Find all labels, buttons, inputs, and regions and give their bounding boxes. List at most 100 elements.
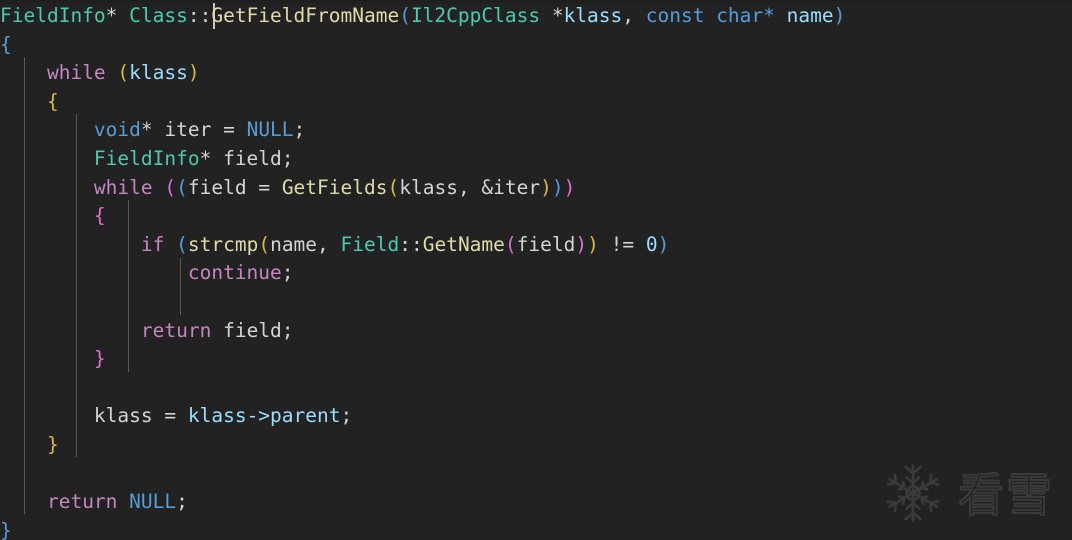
code-line[interactable]: { xyxy=(0,202,106,231)
code-line[interactable]: } xyxy=(0,431,59,460)
code-line[interactable]: } xyxy=(0,517,12,540)
token-operator: * xyxy=(140,118,165,142)
token-type: Class xyxy=(129,4,188,27)
token-keyword: NULL xyxy=(246,118,294,142)
token-variable: name xyxy=(270,232,318,256)
token-operator xyxy=(106,61,118,84)
token-operator: :: xyxy=(187,4,212,27)
token-bracket: { xyxy=(93,204,106,228)
token-function: GetFieldFromName xyxy=(211,4,400,27)
token-operator: ; xyxy=(281,261,294,285)
token-variable: klass xyxy=(93,404,153,428)
token-operator: != xyxy=(598,232,646,256)
code-area[interactable]: FieldInfo* Class::GetFieldFromName(Il2Cp… xyxy=(0,0,1072,540)
token-operator: , & xyxy=(457,175,494,199)
token-variable: field xyxy=(187,175,247,199)
token-operator: * xyxy=(199,147,224,170)
token-operator: = xyxy=(211,118,247,142)
token-bracket: ) xyxy=(833,4,846,27)
token-function: GetName xyxy=(422,232,505,256)
token-control-keyword: while xyxy=(46,61,106,85)
token-variable: klass xyxy=(563,4,623,27)
token-bracket: ( xyxy=(117,61,130,85)
token-bracket: { xyxy=(46,89,59,113)
token-bracket: ) xyxy=(657,232,670,256)
token-member: parent xyxy=(270,404,341,428)
token-keyword: const char xyxy=(645,4,764,27)
code-line[interactable]: { xyxy=(0,88,59,117)
code-line[interactable]: klass = klass->parent; xyxy=(0,402,352,431)
token-variable: klass xyxy=(187,404,247,428)
code-line[interactable]: continue; xyxy=(0,259,294,288)
token-bracket: } xyxy=(0,518,12,540)
token-keyword: void xyxy=(93,118,141,142)
code-line[interactable]: if (strcmp(name, Field::GetName(field)) … xyxy=(0,231,669,260)
token-bracket: ( xyxy=(164,175,177,199)
code-line[interactable]: void* iter = NULL; xyxy=(0,116,305,145)
token-bracket: ( xyxy=(399,4,411,27)
code-line[interactable]: FieldInfo * Class::GetFieldFromName(Il2Cp… xyxy=(0,2,845,31)
token-control-keyword: while xyxy=(93,175,153,199)
token-bracket: ( xyxy=(258,232,271,256)
token-operator: ; xyxy=(281,147,294,170)
token-operator xyxy=(153,176,165,199)
token-variable: field xyxy=(223,318,282,342)
token-operator: , xyxy=(622,4,646,27)
token-type: FieldInfo xyxy=(0,4,106,27)
token-variable: field xyxy=(223,147,282,170)
token-bracket: ) xyxy=(187,61,200,85)
token-operator: * xyxy=(763,4,787,27)
token-keyword: NULL xyxy=(129,490,177,514)
token-operator: -> xyxy=(246,404,271,428)
token-function: strcmp xyxy=(187,232,259,256)
token-type: Field xyxy=(340,232,400,256)
token-control-keyword: return xyxy=(46,490,118,514)
token-function: GetFields xyxy=(281,175,388,199)
token-variable: klass xyxy=(129,61,188,85)
code-line[interactable]: return field; xyxy=(0,317,294,346)
token-bracket: } xyxy=(46,433,59,456)
token-bracket: ) xyxy=(551,175,564,199)
token-operator: , xyxy=(317,232,341,256)
token-variable: klass xyxy=(399,175,458,199)
token-operator: ; xyxy=(340,404,353,428)
token-operator: = xyxy=(246,175,282,199)
token-operator: :: xyxy=(399,232,423,256)
token-bracket: ( xyxy=(176,232,188,256)
token-control-keyword: continue xyxy=(187,261,282,285)
token-bracket: } xyxy=(93,347,106,371)
code-line[interactable]: while (klass) xyxy=(0,59,200,88)
token-variable: iter xyxy=(164,118,212,142)
token-type: Il2CppClass xyxy=(410,4,541,27)
code-line[interactable]: FieldInfo* field; xyxy=(0,145,294,174)
code-line[interactable]: while ((field = GetFields(klass, &iter))… xyxy=(0,174,575,203)
code-line[interactable]: } xyxy=(0,345,106,374)
token-bracket: ( xyxy=(504,232,517,256)
token-operator xyxy=(211,319,223,342)
token-bracket: ) xyxy=(540,175,552,199)
code-editor[interactable]: FieldInfo* Class::GetFieldFromName(Il2Cp… xyxy=(0,0,1072,540)
token-variable: field xyxy=(516,232,576,256)
token-bracket: { xyxy=(0,32,12,56)
code-line[interactable]: return NULL; xyxy=(0,488,188,517)
token-control-keyword: return xyxy=(140,318,212,342)
token-operator: ; xyxy=(176,490,188,514)
token-control-keyword: if xyxy=(140,232,165,256)
token-bracket: ( xyxy=(387,175,400,199)
token-bracket: ) xyxy=(587,232,599,256)
token-bracket: ) xyxy=(575,232,588,256)
code-line[interactable]: { xyxy=(0,31,12,60)
token-variable: name xyxy=(786,4,834,27)
